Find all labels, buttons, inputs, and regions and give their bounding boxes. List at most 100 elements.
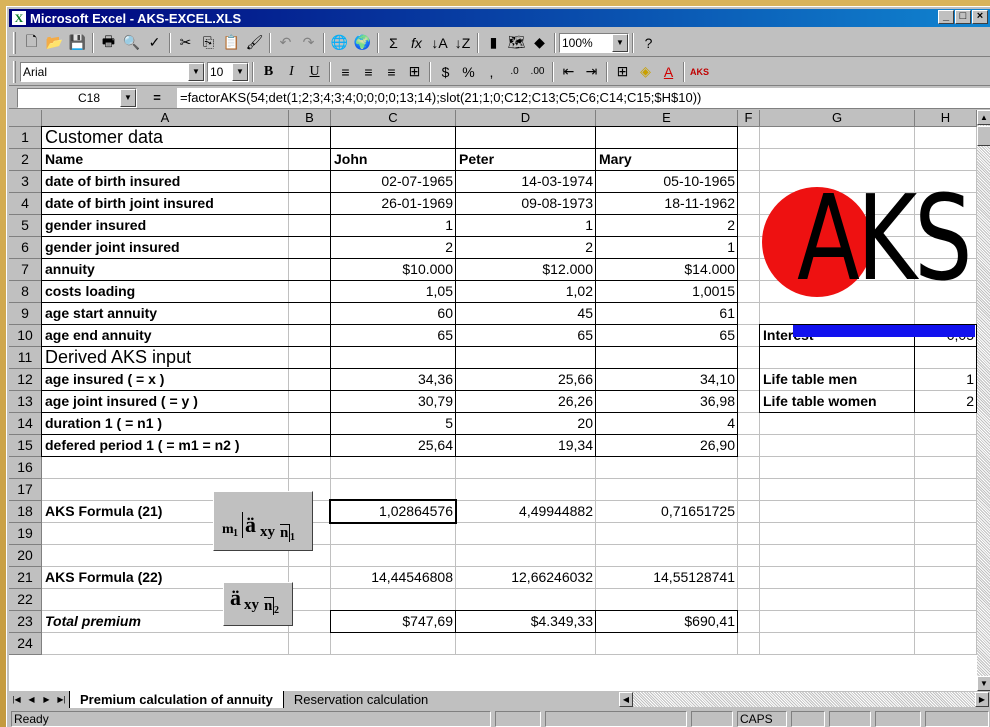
cell-d6[interactable]: 2: [456, 237, 596, 259]
cell-e23[interactable]: $690,41: [596, 611, 738, 633]
print-icon[interactable]: 🖶: [97, 32, 120, 54]
chevron-down-icon[interactable]: ▼: [232, 62, 248, 81]
align-right-icon[interactable]: ≡: [380, 61, 403, 83]
worksheet-grid[interactable]: A B C D E F G H 1 2 3 4 5 6 7 8 9 10 11 12 13 14 15 16 17 18 19 20 2…: [9, 110, 977, 691]
font-size-select[interactable]: 10 ▼: [207, 61, 249, 82]
map-icon[interactable]: 🗺: [505, 32, 528, 54]
row-header[interactable]: 14: [9, 413, 42, 435]
excel-app-icon[interactable]: X: [12, 11, 26, 25]
redo-icon[interactable]: ↷: [297, 32, 320, 54]
cell-c21[interactable]: 14,44546808: [331, 567, 456, 589]
cell-c14[interactable]: 5: [331, 413, 456, 435]
formula-image-22[interactable]: ä xy n 2: [223, 582, 293, 626]
cell-c18[interactable]: 1,02864576: [331, 501, 456, 523]
tab-reservation-calculation[interactable]: Reservation calculation: [284, 691, 438, 708]
web-toolbar-icon[interactable]: 🌍: [351, 32, 374, 54]
cell-a2[interactable]: Name: [42, 149, 86, 171]
copy-icon[interactable]: ⎘: [197, 32, 220, 54]
row-header[interactable]: 18: [9, 501, 42, 523]
close-button[interactable]: ×: [972, 10, 988, 24]
column-header[interactable]: E: [596, 110, 738, 127]
cell-d7[interactable]: $12.000: [456, 259, 596, 281]
cell-d10[interactable]: 65: [456, 325, 596, 347]
cell-d4[interactable]: 09-08-1973: [456, 193, 596, 215]
cell-a23[interactable]: Total premium: [42, 611, 144, 633]
cell-c15[interactable]: 25,64: [331, 435, 456, 457]
formula-image-21[interactable]: m 1 ä xy n 1: [213, 491, 313, 551]
row-header[interactable]: 20: [9, 545, 42, 567]
row-header[interactable]: 9: [9, 303, 42, 325]
chevron-down-icon[interactable]: ▼: [120, 88, 136, 107]
underline-icon[interactable]: U: [303, 61, 326, 83]
cell-d23[interactable]: $4.349,33: [456, 611, 596, 633]
restore-button[interactable]: □: [955, 10, 971, 24]
column-header[interactable]: A: [42, 110, 289, 127]
cell-a9[interactable]: age start annuity: [42, 303, 160, 325]
decrease-indent-icon[interactable]: ⇤: [557, 61, 580, 83]
currency-icon[interactable]: $: [434, 61, 457, 83]
row-header[interactable]: 11: [9, 347, 42, 369]
vertical-scrollbar[interactable]: ▲ ▼: [977, 110, 990, 691]
column-header[interactable]: H: [915, 110, 977, 127]
cell-c13[interactable]: 30,79: [331, 391, 456, 413]
last-sheet-icon[interactable]: ▶|: [54, 692, 69, 707]
cell-c10[interactable]: 65: [331, 325, 456, 347]
row-header[interactable]: 13: [9, 391, 42, 413]
sort-descending-icon[interactable]: ↓Z: [451, 32, 474, 54]
cell-e4[interactable]: 18-11-1962: [596, 193, 738, 215]
cell-c8[interactable]: 1,05: [331, 281, 456, 303]
cell-d13[interactable]: 26,26: [456, 391, 596, 413]
chevron-down-icon[interactable]: ▼: [188, 62, 204, 81]
cell-d9[interactable]: 45: [456, 303, 596, 325]
cell-a11[interactable]: Derived AKS input: [42, 347, 194, 369]
cell-g12[interactable]: Life table men: [760, 369, 860, 391]
cell-d3[interactable]: 14-03-1974: [456, 171, 596, 193]
comma-icon[interactable]: ,: [480, 61, 503, 83]
cell-a12[interactable]: age insured ( = x ): [42, 369, 167, 391]
new-file-icon[interactable]: 🗋: [20, 32, 43, 54]
print-preview-icon[interactable]: 🔍: [120, 32, 143, 54]
zoom-select[interactable]: 100% ▼: [559, 32, 629, 53]
chart-wizard-icon[interactable]: ▮: [482, 32, 505, 54]
increase-decimal-icon[interactable]: .0: [503, 61, 526, 83]
cell-a18[interactable]: AKS Formula (21): [42, 501, 165, 523]
cell-a15[interactable]: defered period 1 ( = m1 = n2 ): [42, 435, 243, 457]
cell-c3[interactable]: 02-07-1965: [331, 171, 456, 193]
next-sheet-icon[interactable]: ▶: [39, 692, 54, 707]
column-header[interactable]: D: [456, 110, 596, 127]
save-disk-icon[interactable]: 💾: [66, 32, 89, 54]
cell-e10[interactable]: 65: [596, 325, 738, 347]
paste-icon[interactable]: 📋: [220, 32, 243, 54]
row-header[interactable]: 5: [9, 215, 42, 237]
cell-a1[interactable]: Customer data: [42, 127, 166, 149]
percent-icon[interactable]: %: [457, 61, 480, 83]
row-header[interactable]: 22: [9, 589, 42, 611]
row-header[interactable]: 6: [9, 237, 42, 259]
cell-d18[interactable]: 4,49944882: [456, 501, 596, 523]
increase-indent-icon[interactable]: ⇥: [580, 61, 603, 83]
scroll-left-icon[interactable]: ◀: [619, 692, 633, 707]
row-header[interactable]: 17: [9, 479, 42, 501]
cell-e13[interactable]: 36,98: [596, 391, 738, 413]
cell-d15[interactable]: 19,34: [456, 435, 596, 457]
cell-c2[interactable]: John: [331, 149, 370, 171]
decrease-decimal-icon[interactable]: .00: [526, 61, 549, 83]
font-name-select[interactable]: Arial ▼: [20, 61, 205, 82]
cell-d2[interactable]: Peter: [456, 149, 497, 171]
spelling-icon[interactable]: ✓: [143, 32, 166, 54]
cell-c4[interactable]: 26-01-1969: [331, 193, 456, 215]
cell-a6[interactable]: gender joint insured: [42, 237, 183, 259]
bold-icon[interactable]: B: [257, 61, 280, 83]
scroll-right-icon[interactable]: ▶: [975, 692, 989, 707]
cell-d12[interactable]: 25,66: [456, 369, 596, 391]
cell-h13[interactable]: 2: [915, 391, 977, 413]
prev-sheet-icon[interactable]: ◀: [24, 692, 39, 707]
sort-ascending-icon[interactable]: ↓A: [428, 32, 451, 54]
drawing-icon[interactable]: ◆: [528, 32, 551, 54]
cell-e6[interactable]: 1: [596, 237, 738, 259]
row-header[interactable]: 7: [9, 259, 42, 281]
borders-icon[interactable]: ⊞: [611, 61, 634, 83]
column-header[interactable]: F: [738, 110, 760, 127]
formula-input[interactable]: =factorAKS(54;det(1;2;3;4;3;4;0;0;0;0;13…: [177, 87, 990, 108]
cell-e5[interactable]: 2: [596, 215, 738, 237]
